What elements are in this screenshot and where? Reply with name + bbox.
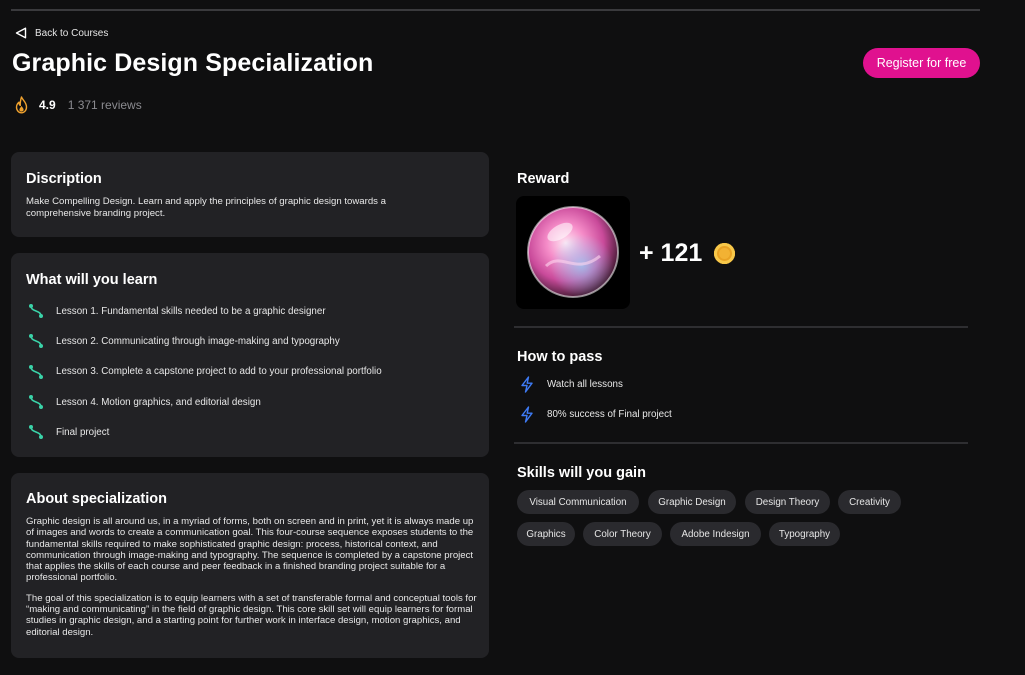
lesson-label: Lesson 3. Complete a capstone project to… [56,366,382,378]
lesson-item[interactable]: Lesson 2. Communicating through image-ma… [26,326,474,356]
back-to-courses-link[interactable]: Back to Courses [15,27,108,39]
how-to-pass-heading: How to pass [517,349,603,365]
lesson-path-icon [29,425,43,440]
skill-tag[interactable]: Graphic Design [648,490,736,514]
skill-tag[interactable]: Creativity [838,490,901,514]
skill-tag[interactable]: Visual Communication [517,490,639,514]
skill-tag[interactable]: Design Theory [745,490,830,514]
learn-heading: What will you learn [26,272,158,288]
lesson-path-icon [29,334,43,349]
skill-tag[interactable]: Typography [769,522,840,546]
pass-requirement: 80% success of Final project [520,406,672,423]
description-heading: Discription [26,171,102,187]
top-divider [11,9,980,11]
lesson-label: Lesson 2. Communicating through image-ma… [56,335,340,347]
description-text: Make Compelling Design. Learn and apply … [26,196,386,219]
about-heading: About specialization [26,491,167,507]
skill-tag[interactable]: Graphics [517,522,575,546]
what-will-you-learn-card: What will you learn Lesson 1. Fundamenta… [11,253,489,457]
crystal-orb-icon [527,206,619,298]
about-paragraph: The goal of this specialization is to eq… [26,592,477,638]
coin-icon [714,243,735,264]
reward-orb-image [516,196,630,309]
reviews-count: 1 371 reviews [67,98,142,112]
rating: 4.9 1 371 reviews [14,96,142,114]
fire-icon [15,96,28,114]
lesson-list: Lesson 1. Fundamental skills needed to b… [26,296,474,447]
lesson-path-icon [29,395,43,410]
reward-amount: + 121 [639,239,703,267]
about-specialization-card: About specialization Graphic design is a… [11,473,489,658]
lesson-item[interactable]: Lesson 3. Complete a capstone project to… [26,357,474,387]
back-label: Back to Courses [35,27,109,39]
rating-value: 4.9 [39,98,56,112]
pass-requirement-label: Watch all lessons [547,379,623,390]
lesson-item[interactable]: Lesson 1. Fundamental skills needed to b… [26,296,474,326]
lesson-label: Lesson 4. Motion graphics, and editorial… [56,396,261,408]
skill-tag[interactable]: Color Theory [583,522,662,546]
pass-requirement-label: 80% success of Final project [547,409,672,420]
lightning-icon [521,406,533,423]
pass-requirement: Watch all lessons [520,376,623,393]
skills-heading: Skills will you gain [517,465,646,481]
skill-tag[interactable]: Adobe Indesign [670,522,761,546]
lesson-label: Final project [56,426,110,438]
section-divider [514,442,968,444]
lightning-icon [521,376,533,393]
register-button[interactable]: Register for free [863,48,980,78]
page-title: Graphic Design Specialization [12,49,374,77]
lesson-item[interactable]: Lesson 4. Motion graphics, and editorial… [26,387,474,417]
section-divider [514,326,968,328]
reward-heading: Reward [517,171,570,187]
lesson-path-icon [29,364,43,379]
description-card: Discription Make Compelling Design. Lear… [11,152,489,237]
lesson-item[interactable]: Final project [26,417,474,447]
about-paragraph: Graphic design is all around us, in a my… [26,516,474,584]
lesson-label: Lesson 1. Fundamental skills needed to b… [56,305,326,317]
back-triangle-icon [15,27,27,39]
lesson-path-icon [29,304,43,319]
